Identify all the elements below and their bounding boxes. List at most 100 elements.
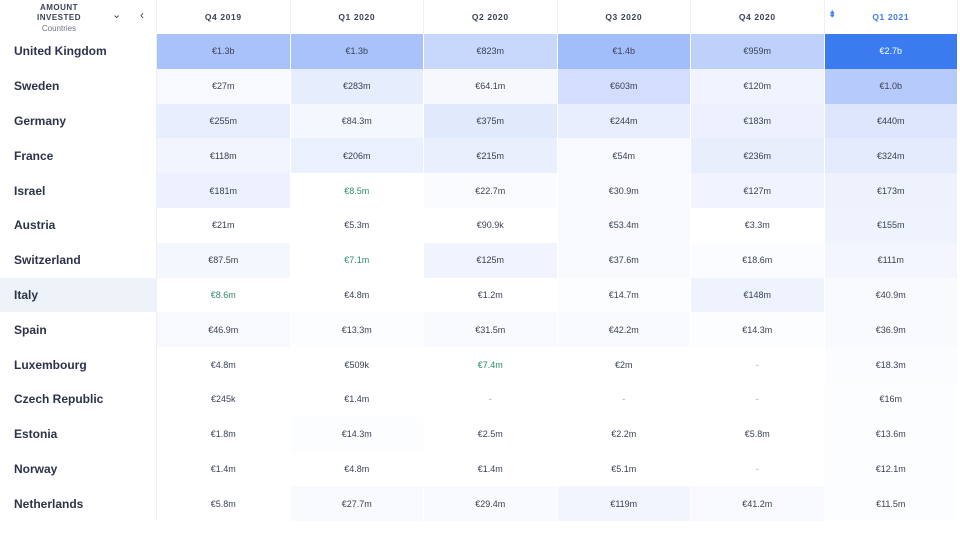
table-cell[interactable]: €87.5m	[157, 242, 291, 278]
table-cell[interactable]: €5.8m	[691, 416, 825, 452]
table-cell[interactable]: €1.2m	[424, 277, 558, 313]
row-label[interactable]: United Kingdom	[0, 34, 157, 69]
row-label[interactable]: France	[0, 138, 157, 174]
table-cell[interactable]: €148m	[691, 277, 825, 313]
table-cell[interactable]: €2m	[557, 347, 691, 382]
table-cell[interactable]: €8.5m	[290, 173, 424, 208]
table-cell[interactable]: €14.7m	[557, 277, 691, 313]
table-cell[interactable]: €40.9m	[824, 277, 958, 313]
table-cell[interactable]: €11.5m	[824, 486, 958, 522]
table-cell[interactable]: €440m	[824, 103, 958, 139]
table-cell[interactable]: €1.4b	[557, 34, 691, 69]
table-cell[interactable]: €21m	[157, 207, 291, 243]
table-cell[interactable]: €823m	[424, 34, 558, 69]
table-row[interactable]: Estonia €1.8m €14.3m €2.5m €2.2m €5.8m €13.6m	[0, 416, 958, 452]
table-cell[interactable]: €236m	[691, 138, 825, 174]
table-cell[interactable]: €283m	[290, 68, 424, 104]
table-cell[interactable]: €1.4m	[424, 451, 558, 487]
table-cell[interactable]: €2.7b	[824, 34, 958, 69]
table-cell[interactable]: €1.0b	[824, 68, 958, 104]
table-cell[interactable]: €8.6m	[157, 277, 291, 313]
table-cell[interactable]: €16m	[824, 381, 958, 417]
table-cell[interactable]: €1.4m	[290, 381, 424, 417]
row-label[interactable]: Austria	[0, 207, 157, 243]
table-cell[interactable]: €183m	[691, 103, 825, 139]
table-cell[interactable]: €4.8m	[290, 277, 424, 313]
table-cell[interactable]: €27m	[157, 68, 291, 104]
table-cell[interactable]: €53.4m	[557, 207, 691, 243]
table-cell[interactable]: €36.9m	[824, 312, 958, 348]
table-cell[interactable]: €7.1m	[290, 242, 424, 278]
table-cell[interactable]: €4.8m	[157, 347, 291, 382]
table-cell[interactable]: €111m	[824, 242, 958, 278]
table-cell[interactable]: €3.3m	[691, 207, 825, 243]
table-cell[interactable]: €13.6m	[824, 416, 958, 452]
table-cell[interactable]: €4.8m	[290, 451, 424, 487]
table-row[interactable]: Luxembourg €4.8m €509k €7.4m €2m - €18.3m	[0, 347, 958, 382]
table-cell[interactable]: €37.6m	[557, 242, 691, 278]
column-header[interactable]: Q2 2020	[424, 0, 558, 34]
table-cell[interactable]: €206m	[290, 138, 424, 174]
table-cell[interactable]: -	[691, 347, 825, 382]
row-label[interactable]: Spain	[0, 312, 157, 348]
column-header[interactable]: ⇟ Q1 2021	[825, 0, 958, 34]
table-cell[interactable]: €1.4m	[157, 451, 291, 487]
row-label[interactable]: Italy	[0, 277, 157, 313]
table-cell[interactable]: €1.3b	[157, 34, 291, 69]
table-cell[interactable]: €127m	[691, 173, 825, 208]
table-cell[interactable]: €7.4m	[424, 347, 558, 382]
chevron-left-icon[interactable]: ‹	[140, 8, 144, 22]
table-row[interactable]: Netherlands €5.8m €27.7m €29.4m €119m €41.2m €…	[0, 486, 958, 522]
table-cell[interactable]: €125m	[424, 242, 558, 278]
row-label[interactable]: Luxembourg	[0, 347, 157, 382]
table-cell[interactable]: -	[691, 381, 825, 417]
table-cell[interactable]: €90.9k	[424, 207, 558, 243]
table-row[interactable]: Israel €181m €8.5m €22.7m €30.9m €127m €173m	[0, 173, 958, 208]
table-cell[interactable]: €12.1m	[824, 451, 958, 487]
row-label[interactable]: Israel	[0, 173, 157, 208]
row-label[interactable]: Netherlands	[0, 486, 157, 522]
table-row[interactable]: Sweden €27m €283m €64.1m €603m €120m €1.0b	[0, 68, 958, 104]
table-row[interactable]: Germany €255m €84.3m €375m €244m €183m €440m	[0, 103, 958, 139]
table-cell[interactable]: €215m	[424, 138, 558, 174]
table-cell[interactable]: €5.1m	[557, 451, 691, 487]
table-cell[interactable]: €120m	[691, 68, 825, 104]
table-row[interactable]: Italy €8.6m €4.8m €1.2m €14.7m €148m €40.9m	[0, 277, 958, 313]
table-cell[interactable]: €155m	[824, 207, 958, 243]
table-cell[interactable]: €18.3m	[824, 347, 958, 382]
table-cell[interactable]: €64.1m	[424, 68, 558, 104]
table-cell[interactable]: €5.3m	[290, 207, 424, 243]
table-cell[interactable]: €509k	[290, 347, 424, 382]
table-cell[interactable]: €46.9m	[157, 312, 291, 348]
table-cell[interactable]: -	[557, 381, 691, 417]
table-row[interactable]: Spain €46.9m €13.3m €31.5m €42.2m €14.3m €36.9…	[0, 312, 958, 348]
table-cell[interactable]: €2.5m	[424, 416, 558, 452]
row-label[interactable]: Germany	[0, 103, 157, 139]
table-cell[interactable]: €173m	[824, 173, 958, 208]
table-cell[interactable]: €27.7m	[290, 486, 424, 522]
table-cell[interactable]: €1.3b	[290, 34, 424, 69]
column-header[interactable]: Q4 2019	[157, 0, 291, 34]
table-cell[interactable]: €119m	[557, 486, 691, 522]
table-cell[interactable]: -	[424, 381, 558, 417]
table-cell[interactable]: €13.3m	[290, 312, 424, 348]
table-row[interactable]: Switzerland €87.5m €7.1m €125m €37.6m €18.6m €…	[0, 242, 958, 278]
table-cell[interactable]: €54m	[557, 138, 691, 174]
table-cell[interactable]: €42.2m	[557, 312, 691, 348]
table-row[interactable]: Austria €21m €5.3m €90.9k €53.4m €3.3m €155m	[0, 207, 958, 243]
table-row[interactable]: United Kingdom €1.3b €1.3b €823m €1.4b €959m €…	[0, 34, 958, 69]
table-cell[interactable]: €22.7m	[424, 173, 558, 208]
column-header[interactable]: Q4 2020	[691, 0, 825, 34]
table-cell[interactable]: €14.3m	[290, 416, 424, 452]
row-label[interactable]: Sweden	[0, 68, 157, 104]
table-cell[interactable]: €30.9m	[557, 173, 691, 208]
table-row[interactable]: Czech Republic €245k €1.4m - - - €16m	[0, 381, 958, 417]
table-cell[interactable]: -	[691, 451, 825, 487]
table-cell[interactable]: €244m	[557, 103, 691, 139]
column-header[interactable]: Q3 2020	[558, 0, 691, 34]
sort-descending-icon[interactable]: ⇟	[829, 9, 837, 20]
table-cell[interactable]: €245k	[157, 381, 291, 417]
table-row[interactable]: France €118m €206m €215m €54m €236m €324m	[0, 138, 958, 174]
column-header[interactable]: Q1 2020	[291, 0, 424, 34]
table-cell[interactable]: €18.6m	[691, 242, 825, 278]
